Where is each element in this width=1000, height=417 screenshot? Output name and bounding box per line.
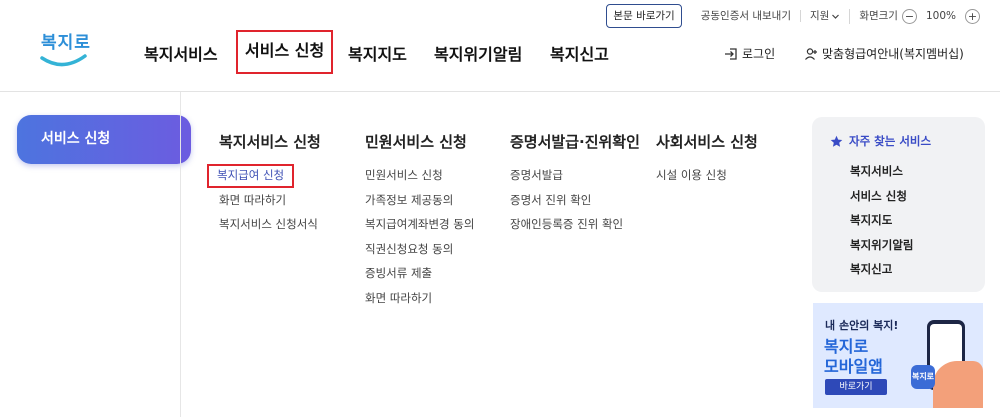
utility-bar: 본문 바로가기 공동인증서 내보내기 지원 화면크기 − 100% + [606,4,980,28]
cert-export-link[interactable]: 공동인증서 내보내기 [692,10,800,22]
menu-item-account-change-consent[interactable]: 복지급여계좌변경 동의 [365,212,474,237]
column-title: 증명서발급·진위확인 [510,133,640,151]
zoom-label: 화면크기 [859,10,898,22]
column-title: 복지서비스 신청 [219,133,321,151]
menu-item-welfare-benefit-application[interactable]: 복지급여 신청 [207,164,295,188]
nav-welfare-map[interactable]: 복지지도 [348,41,407,65]
custom-guide-label: 맞춤형급여안내(복지멤버십) [822,47,964,61]
login-link[interactable]: 로그인 [724,45,775,62]
favorite-item[interactable]: 복지신고 [850,257,913,282]
skip-to-content-link[interactable]: 본문 바로가기 [606,4,682,28]
site-logo[interactable]: 복지로 [37,28,93,72]
favorites-box: 자주 찾는 서비스 복지서비스 서비스 신청 복지지도 복지위기알림 복지신고 [812,117,985,292]
star-icon [830,135,843,147]
menu-column-certificates: 증명서발급·진위확인 증명서발급 증명서 진위 확인 장애인등록증 진위 확인 [510,131,640,237]
menu-item-document-submission[interactable]: 증빙서류 제출 [365,261,474,286]
favorites-title-label: 자주 찾는 서비스 [849,134,932,148]
side-divider [180,92,181,417]
menu-item-certificate-issue[interactable]: 증명서발급 [510,163,640,188]
favorite-item[interactable]: 복지지도 [850,208,913,233]
site-header: 복지로 본문 바로가기 공동인증서 내보내기 지원 화면크기 − 100% + … [0,0,1000,92]
menu-item-screen-guide[interactable]: 화면 따라하기 [219,188,321,213]
login-label: 로그인 [742,47,776,61]
nav-service-application[interactable]: 서비스 신청 [236,30,334,74]
zoom-control: 화면크기 − 100% + [849,8,980,24]
zoom-out-button[interactable]: − [901,8,917,24]
banner-go-button[interactable]: 바로가기 [825,379,887,395]
nav-welfare-report[interactable]: 복지신고 [550,41,609,65]
menu-item-screen-guide[interactable]: 화면 따라하기 [365,286,474,311]
zoom-in-button[interactable]: + [965,8,980,24]
menu-item-family-info-consent[interactable]: 가족정보 제공동의 [365,188,474,213]
favorite-item[interactable]: 서비스 신청 [850,184,913,209]
menu-item-application-forms[interactable]: 복지서비스 신청서식 [219,212,321,237]
menu-column-welfare-application: 복지서비스 신청 복지급여 신청 화면 따라하기 복지서비스 신청서식 [207,131,321,237]
app-icon: 복지로 [911,365,935,389]
chevron-down-icon [832,14,840,19]
favorite-item[interactable]: 복지위기알림 [850,233,913,258]
mobile-app-banner[interactable]: 내 손안의 복지! 복지로 모바일앱 바로가기 복지로 [813,303,983,408]
menu-column-civil-service: 민원서비스 신청 민원서비스 신청 가족정보 제공동의 복지급여계좌변경 동의 … [365,131,474,310]
nav-welfare-services[interactable]: 복지서비스 [144,41,218,65]
menu-item-facility-use-application[interactable]: 시설 이용 신청 [656,163,758,188]
menu-item-disability-card-verify[interactable]: 장애인등록증 진위 확인 [510,212,640,237]
nav-crisis-alert[interactable]: 복지위기알림 [434,41,522,65]
menu-column-social-service: 사회서비스 신청 시설 이용 신청 [656,131,758,188]
support-dropdown[interactable]: 지원 [800,10,849,22]
favorites-title: 자주 찾는 서비스 [830,133,931,149]
column-title: 민원서비스 신청 [365,133,467,151]
custom-benefit-guide-link[interactable]: 맞춤형급여안내(복지멤버십) [804,45,964,62]
favorite-item[interactable]: 복지서비스 [850,159,913,184]
column-title: 사회서비스 신청 [656,133,758,151]
menu-item-certificate-verify[interactable]: 증명서 진위 확인 [510,188,640,213]
menu-item-civil-service-application[interactable]: 민원서비스 신청 [365,163,474,188]
menu-item-ex-officio-request-consent[interactable]: 직권신청요청 동의 [365,237,474,262]
logo-smile-icon [40,54,87,67]
zoom-value: 100% [925,10,956,22]
side-menu-active-item[interactable]: 서비스 신청 [17,115,191,164]
hand-illustration [933,361,983,408]
user-plus-icon [805,47,817,60]
favorites-list: 복지서비스 서비스 신청 복지지도 복지위기알림 복지신고 [850,159,913,282]
banner-title-line2: 모바일앱 [824,357,883,376]
support-label: 지원 [810,10,830,22]
login-icon [725,47,737,60]
banner-subtitle: 내 손안의 복지! [825,319,899,332]
